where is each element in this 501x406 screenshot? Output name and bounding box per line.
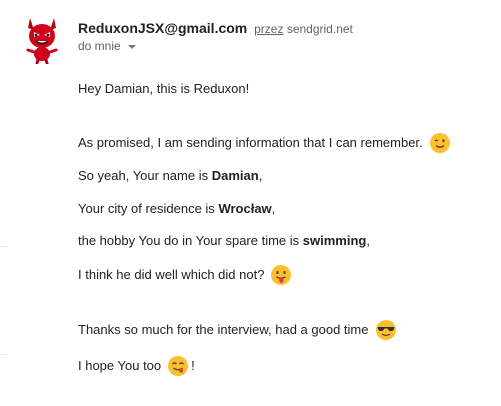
- name-prefix: So yeah, Your name is: [78, 168, 209, 183]
- name-line: So yeah, Your name is Damian,: [78, 168, 262, 184]
- thanks-line: Thanks so much for the interview, had a …: [78, 319, 397, 341]
- sender-avatar: [22, 12, 62, 65]
- question-line: I think he did well which did not?: [78, 264, 292, 286]
- face-with-tongue-icon: [270, 264, 292, 286]
- recipient-label: do mnie: [78, 39, 121, 53]
- chevron-down-icon: [127, 44, 136, 49]
- city-suffix: ,: [271, 201, 276, 216]
- hobby-suffix: ,: [366, 233, 370, 248]
- name-suffix: ,: [258, 168, 263, 183]
- left-edge-divider: [0, 354, 7, 355]
- winking-face-icon: [429, 132, 451, 154]
- hobby-line: the hobby You do in Your spare time is s…: [78, 233, 370, 249]
- hobby-prefix: the hobby You do in Your spare time is: [78, 233, 300, 248]
- hope-text: I hope You too: [78, 358, 162, 373]
- sender-address[interactable]: ReduxonJSX@gmail.com: [78, 20, 247, 36]
- smiling-face-with-sunglasses-icon: [375, 319, 397, 341]
- via-info: przez sendgrid.net: [254, 22, 353, 36]
- name-value: Damian: [211, 168, 259, 183]
- via-label[interactable]: przez: [254, 22, 283, 36]
- face-savoring-food-icon: [167, 355, 189, 377]
- via-domain: sendgrid.net: [286, 22, 353, 36]
- city-line: Your city of residence is Wrocław,: [78, 201, 275, 217]
- hobby-value: swimming: [302, 233, 367, 248]
- promise-text: As promised, I am sending information th…: [78, 135, 423, 150]
- question-text: I think he did well which did not?: [78, 267, 265, 282]
- left-edge-divider: [0, 246, 7, 247]
- promise-line: As promised, I am sending information th…: [78, 132, 451, 154]
- greeting-line: Hey Damian, this is Reduxon!: [78, 81, 249, 97]
- greeting-text: Hey Damian, this is Reduxon!: [78, 81, 250, 96]
- sender-line: ReduxonJSX@gmail.com przez sendgrid.net: [78, 20, 353, 37]
- city-value: Wrocław: [218, 201, 272, 216]
- hope-suffix: !: [191, 358, 195, 373]
- red-devil-mascot-icon: [26, 18, 58, 65]
- hope-line: I hope You too !: [78, 355, 195, 377]
- thanks-text: Thanks so much for the interview, had a …: [78, 322, 369, 337]
- city-prefix: Your city of residence is: [78, 201, 215, 216]
- recipient-details-toggle[interactable]: do mnie: [78, 39, 136, 53]
